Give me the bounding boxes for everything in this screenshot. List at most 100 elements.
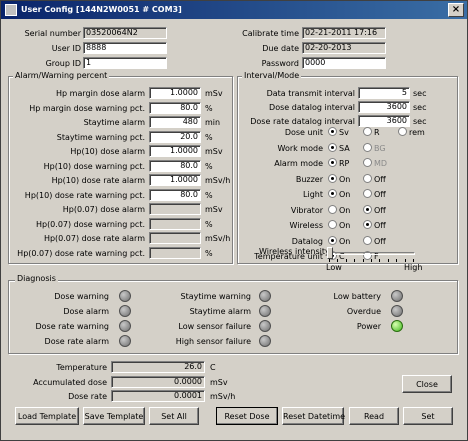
reading-value: 0.0001 [111,390,205,402]
interval-row-input[interactable]: 5 [358,87,410,99]
mode-radio-option[interactable]: On [328,235,350,247]
alarm-row-unit: mSv/h [205,234,231,243]
alarm-row-input[interactable]: 80.0 [149,159,201,172]
alarm-row-label: Hp(0.07) dose alarm [62,205,145,214]
user-config-window: User Config [144N2W0051 # COM3] × Serial… [0,0,468,441]
mode-radio-option[interactable]: On [328,220,350,231]
reset-dose-button[interactable]: Reset Dose [216,407,278,425]
close-button[interactable]: Close [402,375,452,393]
alarm-row-label: Hp margin dose warning pct. [29,103,145,113]
user-id-input[interactable]: 8888 [83,42,167,54]
reading-label: Dose rate [68,392,107,401]
mode-radio-option[interactable]: Sv [328,127,349,138]
reading-label: Temperature [56,363,107,372]
status-led-icon [259,290,271,302]
alarm-row-unit: % [205,190,213,200]
mode-radio-option[interactable]: Off [363,204,386,216]
mode-radio-option[interactable]: RP [328,158,349,169]
radio-button-icon [363,142,372,152]
close-icon[interactable]: × [448,3,464,17]
alarm-row-unit: mSv [205,147,223,156]
alarm-warning-title: Alarm/Warning percent [13,71,110,81]
radio-button-icon [363,127,372,136]
mode-radio-option[interactable]: Off [363,173,386,185]
title-bar[interactable]: User Config [144N2W0051 # COM3] × [1,1,467,19]
slider-tick [396,259,398,262]
radio-button-icon [363,220,372,229]
alarm-row-input[interactable] [149,246,201,259]
alarm-row-input[interactable]: 1.0000 [149,87,201,99]
slider-tick [379,259,381,262]
status-led-icon [391,305,403,317]
radio-option-label: Off [374,221,386,230]
mode-radio-option[interactable]: R [363,127,380,138]
interval-row-unit: sec [413,117,427,126]
mode-radio-option[interactable]: On [328,173,350,185]
mode-radio-option[interactable]: On [328,189,350,200]
alarm-row-input[interactable]: 20.0 [149,130,201,143]
wireless-intensity-label: Wireless intensity [259,247,330,256]
interval-row-label: Dose datalog interval [269,103,355,112]
set-button[interactable]: Set [403,407,453,425]
status-led-icon [119,290,131,302]
mode-radio-option[interactable]: On [328,204,350,216]
mode-radio-option: MD [363,158,387,169]
reading-label: Accumulated dose [33,377,107,387]
mode-row-label: Dose unit [284,128,323,137]
user-id-label: User ID [51,44,81,53]
reading-unit: C [210,363,216,372]
radio-button-icon [328,204,337,214]
interval-row-input[interactable]: 3600 [358,101,410,113]
alarm-row-input[interactable]: 80.0 [149,101,201,114]
app-icon [5,4,17,16]
interval-row-input[interactable]: 3600 [358,115,410,127]
serial-number-value: 03520064N2 [83,27,167,39]
diagnosis-label: Dose rate warning [35,322,109,331]
radio-button-icon [398,127,407,136]
save-template-button[interactable]: Save Template [83,407,145,425]
radio-button-icon [363,158,372,167]
alarm-row-input[interactable]: 80.0 [149,188,201,201]
set-all-button[interactable]: Set All [149,407,199,425]
radio-option-label: SA [339,143,350,153]
load-template-button[interactable]: Load Template [15,407,79,425]
serial-number-label: Serial number [24,29,81,38]
radio-button-icon [328,189,337,198]
alarm-row-unit: min [205,118,221,127]
wireless-intensity-track[interactable] [327,252,415,255]
mode-radio-option: BG [363,142,386,154]
group-id-input[interactable]: 1 [83,57,167,69]
reset-datetime-button[interactable]: Reset Datetime [282,407,345,425]
alarm-row-input[interactable] [149,217,201,230]
radio-option-label: Off [374,205,386,215]
radio-option-label: Off [374,174,386,184]
mode-radio-option[interactable]: rem [398,127,425,138]
radio-option-label: Off [374,190,386,199]
alarm-row-input[interactable] [149,203,201,215]
alarm-row-label: Staytime warning pct. [56,132,145,142]
radio-button-icon [328,158,337,167]
alarm-row-unit: % [205,161,213,171]
mode-row-label: Light [303,190,323,199]
mode-radio-option[interactable]: Off [363,220,386,231]
alarm-row-label: Hp(10) dose rate warning pct. [24,190,145,200]
diagnosis-title: Diagnosis [15,274,58,284]
alarm-row-input[interactable]: 1.0000 [149,145,201,157]
radio-button-icon [328,235,337,245]
mode-radio-option[interactable]: SA [328,142,350,154]
radio-button-icon [328,127,337,136]
radio-option-label: BG [374,143,386,153]
mode-radio-option[interactable]: Off [363,189,386,200]
alarm-row-input[interactable] [149,232,201,244]
wireless-intensity-slider[interactable] [327,247,333,259]
alarm-row-input[interactable]: 480 [149,116,201,128]
read-button[interactable]: Read [349,407,399,425]
radio-button-icon [363,173,372,183]
password-input[interactable]: 0000 [302,57,386,69]
alarm-row-unit: % [205,248,213,258]
calibrate-time-label: Calibrate time [242,29,299,38]
mode-radio-option[interactable]: Off [363,235,386,247]
alarm-row-input[interactable]: 1.0000 [149,174,201,186]
due-date-value: 02-20-2013 [302,42,386,54]
radio-option-label: On [339,221,351,230]
